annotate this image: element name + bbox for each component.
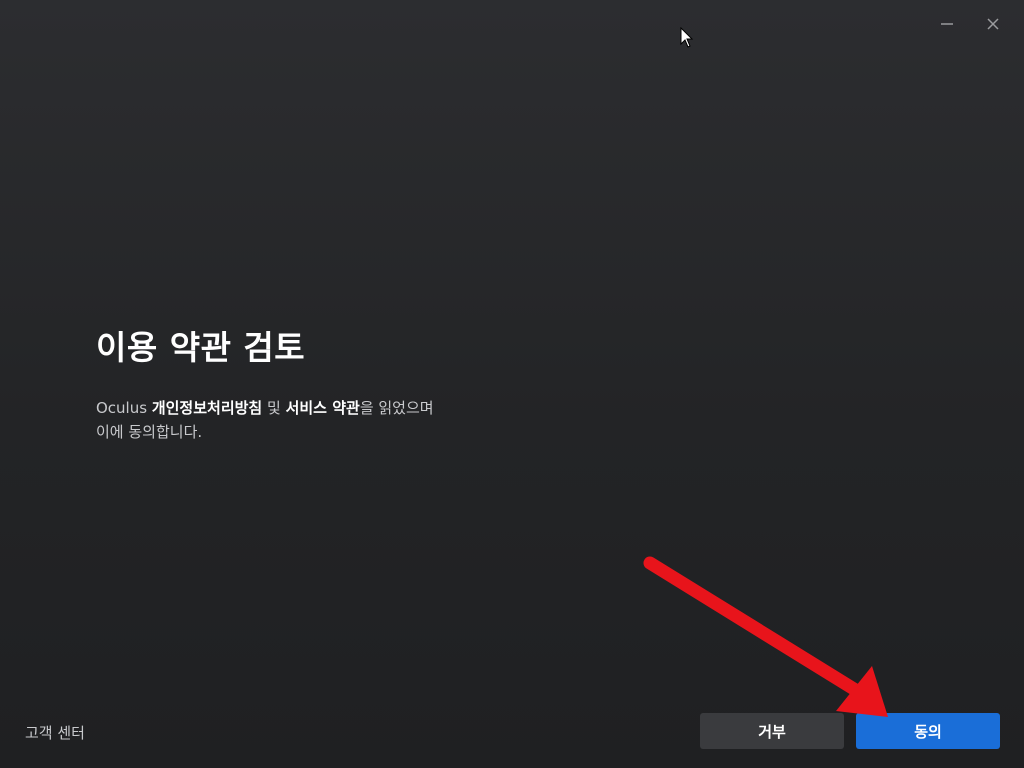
accept-button[interactable]: 동의 xyxy=(856,713,1000,749)
minimize-icon xyxy=(941,23,953,25)
privacy-policy-link[interactable]: 개인정보처리방침 xyxy=(152,399,262,417)
close-icon xyxy=(987,18,999,30)
decline-button[interactable]: 거부 xyxy=(700,713,844,749)
desc-suffix: 을 읽었으며 xyxy=(359,399,434,417)
support-center-link[interactable]: 고객 센터 xyxy=(25,722,85,743)
accept-button-label: 동의 xyxy=(914,722,942,741)
terms-of-service-link[interactable]: 서비스 약관 xyxy=(286,399,360,417)
desc-prefix: Oculus xyxy=(96,399,152,417)
desc-and: 및 xyxy=(262,399,286,417)
decline-button-label: 거부 xyxy=(758,722,786,741)
mouse-cursor-icon xyxy=(680,27,694,48)
window-controls xyxy=(926,10,1014,38)
page-title: 이용 약관 검토 xyxy=(96,328,306,367)
terms-description: Oculus 개인정보처리방침 및 서비스 약관을 읽었으며 이에 동의합니다. xyxy=(96,396,496,444)
close-button[interactable] xyxy=(972,10,1014,38)
terms-review-panel: 이용 약관 검토 Oculus 개인정보처리방침 및 서비스 약관을 읽었으며 … xyxy=(96,326,496,444)
desc-line-2: 이에 동의합니다. xyxy=(96,423,203,441)
minimize-button[interactable] xyxy=(926,10,968,38)
